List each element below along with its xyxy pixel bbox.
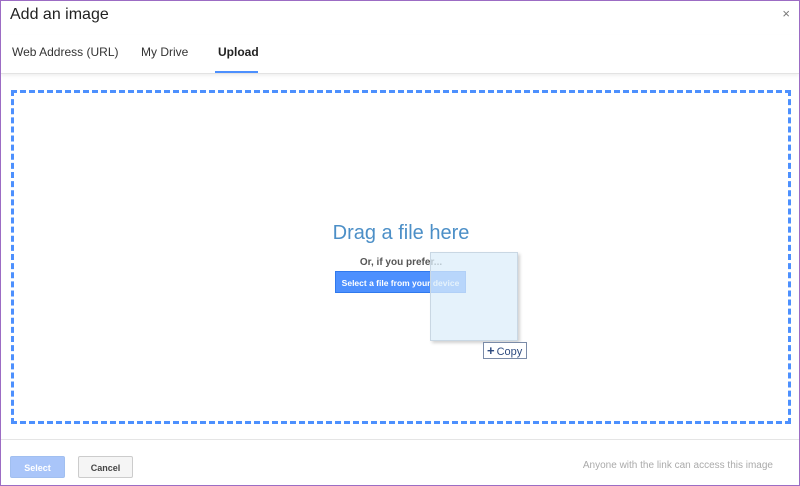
tab-web-address[interactable]: Web Address (URL) (12, 45, 118, 59)
link-access-note: Anyone with the link can access this ima… (582, 460, 773, 471)
upload-drop-zone[interactable]: Drag a file here Or, if you prefer... Se… (11, 90, 791, 424)
copy-label: Copy (496, 346, 523, 358)
drag-title: Drag a file here (332, 222, 470, 244)
tab-bar: Web Address (URL) My Drive Upload (1, 35, 799, 74)
dragged-file-ghost (430, 252, 518, 341)
or-text: Or, if you prefer... (359, 257, 443, 268)
dialog-title: Add an image (10, 6, 109, 23)
tab-upload[interactable]: Upload (218, 45, 259, 59)
tab-my-drive[interactable]: My Drive (141, 45, 188, 59)
plus-icon: + (487, 343, 495, 358)
add-image-dialog: Add an image × Web Address (URL) My Driv… (0, 0, 800, 486)
cancel-button[interactable]: Cancel (78, 456, 133, 478)
copy-drag-cursor: + Copy (483, 342, 528, 359)
select-button[interactable]: Select (10, 456, 65, 478)
active-tab-indicator (215, 71, 258, 73)
dialog-footer: Select Cancel Anyone with the link can a… (1, 439, 799, 485)
close-icon[interactable]: × (782, 7, 790, 21)
